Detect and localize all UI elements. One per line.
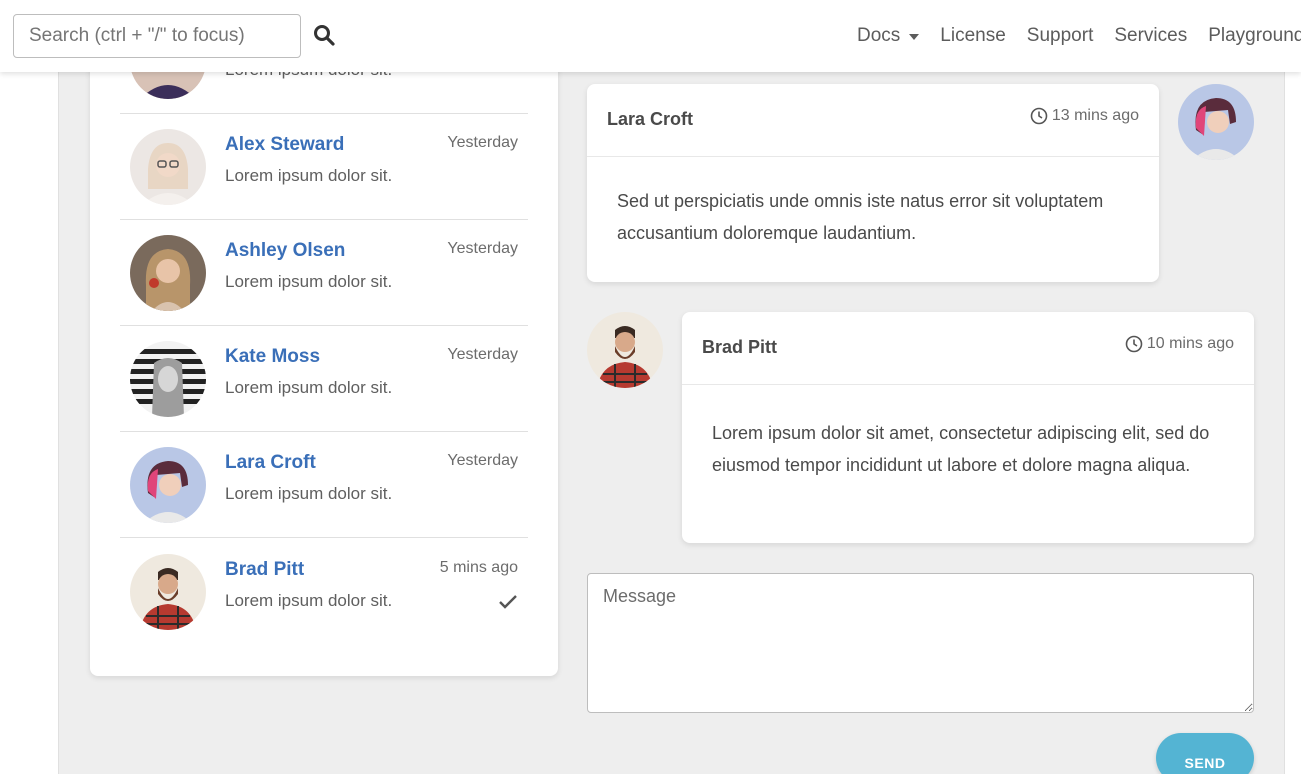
- contact-item[interactable]: Alex Steward Lorem ipsum dolor sit. Yest…: [120, 114, 528, 220]
- search-input[interactable]: [13, 14, 301, 58]
- contact-name: Ashley Olsen: [225, 240, 346, 261]
- nav-services[interactable]: Services: [1114, 25, 1187, 47]
- nav-docs-label: Docs: [857, 25, 901, 46]
- search-button[interactable]: [309, 22, 339, 50]
- contact-name: Alex Steward: [225, 134, 345, 155]
- nav-license[interactable]: License: [940, 25, 1006, 47]
- avatar: [130, 341, 206, 417]
- message-time-text: 13 mins ago: [1051, 107, 1139, 124]
- avatar: [587, 312, 663, 388]
- contact-name: Lara Croft: [225, 452, 316, 473]
- search-icon: [314, 24, 335, 46]
- avatar: [130, 554, 206, 630]
- contact-name: Brad Pitt: [225, 559, 305, 580]
- message-author: Brad Pitt: [702, 337, 778, 357]
- contact-time: Yesterday: [447, 452, 518, 469]
- contact-item[interactable]: Kate Moss Lorem ipsum dolor sit. Yesterd…: [120, 326, 528, 432]
- clock-icon: [1125, 335, 1143, 353]
- contact-time: Yesterday: [447, 134, 518, 151]
- nav-docs[interactable]: Docs: [857, 25, 920, 47]
- contacts-card: Lorem ipsum dolor sit. Alex Steward Lore…: [90, 40, 558, 676]
- contact-item[interactable]: Lara Croft Lorem ipsum dolor sit. Yester…: [120, 432, 528, 538]
- contact-time: Yesterday: [447, 346, 518, 363]
- contact-message: Lorem ipsum dolor sit.: [225, 484, 393, 503]
- nav-support[interactable]: Support: [1027, 25, 1094, 47]
- contact-message: Lorem ipsum dolor sit.: [225, 166, 393, 185]
- contact-time: 5 mins ago: [439, 559, 518, 576]
- contact-time: Yesterday: [447, 240, 518, 257]
- message-text: Sed ut perspiciatis unde omnis iste natu…: [617, 191, 1104, 243]
- scrollbar-track[interactable]: [1284, 72, 1301, 774]
- contact-message: Lorem ipsum dolor sit.: [225, 378, 393, 397]
- message-header: Brad Pitt 10 mins ago: [682, 312, 1254, 385]
- message-time: 10 mins ago: [1125, 335, 1234, 353]
- avatar: [130, 129, 206, 205]
- avatar: [130, 235, 206, 311]
- chevron-down-icon: [909, 34, 920, 40]
- check-icon: [499, 595, 517, 609]
- message-input[interactable]: [587, 573, 1254, 713]
- contact-message: Lorem ipsum dolor sit.: [225, 272, 393, 291]
- nav-playground[interactable]: Playground: [1208, 25, 1301, 47]
- message-time-text: 10 mins ago: [1146, 335, 1234, 352]
- contact-item[interactable]: Ashley Olsen Lorem ipsum dolor sit. Yest…: [120, 220, 528, 326]
- message-author: Lara Croft: [607, 109, 694, 129]
- top-navbar: Docs License Support Services Playground: [0, 0, 1301, 72]
- avatar: [1178, 84, 1254, 160]
- message-time: 13 mins ago: [1030, 107, 1139, 125]
- chat-message: Lara Croft 13 mins ago Sed ut perspiciat…: [587, 84, 1159, 282]
- chat-message: Brad Pitt 10 mins ago Lorem ipsum dolor …: [682, 312, 1254, 543]
- send-button[interactable]: SEND: [1156, 733, 1254, 774]
- contact-message: Lorem ipsum dolor sit.: [225, 591, 393, 610]
- message-header: Lara Croft 13 mins ago: [587, 84, 1159, 157]
- clock-icon: [1030, 107, 1048, 125]
- contact-name: Kate Moss: [225, 346, 321, 367]
- nav-links: Docs License Support Services Playground: [857, 0, 1301, 72]
- message-text: Lorem ipsum dolor sit amet, consectetur …: [712, 423, 1210, 475]
- contact-item[interactable]: Brad Pitt Lorem ipsum dolor sit. 5 mins …: [120, 539, 528, 645]
- avatar: [130, 447, 206, 523]
